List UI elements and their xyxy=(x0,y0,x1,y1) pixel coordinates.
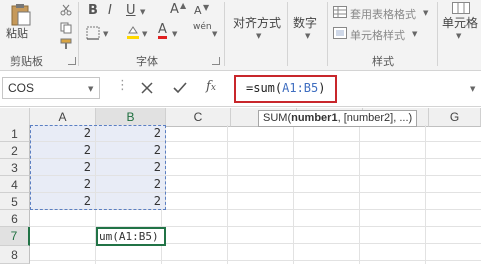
range-selection-marquee xyxy=(30,125,166,210)
font-color-button[interactable]: A xyxy=(158,23,167,39)
format-as-table-button[interactable]: 套用表格格式 xyxy=(350,6,416,22)
row-header-3[interactable]: 3 xyxy=(0,159,30,176)
format-table-dropdown-icon[interactable]: ▼ xyxy=(423,9,428,17)
enter-icon[interactable] xyxy=(173,82,187,94)
font-color-dropdown-icon[interactable]: ▼ xyxy=(172,30,177,38)
copy-icon[interactable] xyxy=(60,22,72,34)
active-cell-text: um(A1:B5) xyxy=(99,230,159,243)
bold-button[interactable]: B xyxy=(88,3,98,18)
row-header-4[interactable]: 4 xyxy=(0,176,30,193)
font-group-label: 字体 xyxy=(136,55,158,68)
cell-styles-button[interactable]: 单元格样式 xyxy=(350,27,405,43)
name-box-dropdown-icon[interactable]: ▼ xyxy=(88,85,93,93)
clipboard-group-label: 剪贴板 xyxy=(10,55,43,68)
number-dropdown-icon[interactable]: ▼ xyxy=(305,32,310,40)
formula-prefix: =sum( xyxy=(246,81,283,95)
border-dropdown-icon[interactable]: ▼ xyxy=(103,30,108,38)
function-tooltip[interactable]: SUM(number1, [number2], ...) xyxy=(258,110,418,127)
cells-dropdown-icon[interactable]: ▼ xyxy=(456,32,461,40)
formula-input[interactable]: =sum(A1:B5) xyxy=(246,81,325,95)
alignment-dropdown-icon[interactable]: ▼ xyxy=(256,32,261,40)
ribbon-divider xyxy=(78,2,79,66)
font-launcher-icon[interactable] xyxy=(212,57,220,65)
cell-style-icon xyxy=(333,27,347,39)
formula-bar: COS ▼ ⋮ fx =sum(A1:B5) ▼ xyxy=(0,71,481,107)
row-header-5[interactable]: 5 xyxy=(0,193,30,210)
clipboard-launcher-icon[interactable] xyxy=(68,57,76,65)
row-header-8[interactable]: 8 xyxy=(0,246,30,264)
tooltip-current-arg: number1 xyxy=(291,112,338,124)
increase-font-button[interactable]: A xyxy=(170,2,179,17)
styles-group-label: 样式 xyxy=(372,55,394,68)
active-cell-b7[interactable]: um(A1:B5) xyxy=(96,227,166,246)
tooltip-function-name: SUM( xyxy=(263,112,292,124)
name-box[interactable]: COS xyxy=(2,77,100,99)
formula-bar-grip-icon: ⋮ xyxy=(116,78,129,93)
paste-label: 粘贴 xyxy=(6,27,28,40)
row-header-6[interactable]: 6 xyxy=(0,210,30,227)
fill-color-icon[interactable] xyxy=(126,25,140,39)
formula-range-ref: A1:B5 xyxy=(282,81,319,95)
insert-function-icon[interactable]: fx xyxy=(206,79,216,94)
alignment-button[interactable]: 对齐方式 xyxy=(233,14,281,31)
formula-bar-expand-icon[interactable]: ▼ xyxy=(470,85,475,93)
cells-button[interactable]: 单元格 xyxy=(442,14,478,31)
ribbon-divider xyxy=(287,2,288,66)
ribbon-divider xyxy=(437,2,438,66)
formula-suffix: ) xyxy=(318,81,326,95)
cancel-icon[interactable] xyxy=(141,82,153,94)
paste-icon xyxy=(11,4,31,26)
cells-icon xyxy=(452,2,470,14)
format-table-icon xyxy=(333,6,347,18)
ribbon: 粘贴 剪贴板 B I U ▼ A ▲ A ▼ ▼ ▼ A ▼ wén ▼ 字体 … xyxy=(0,0,481,71)
cut-icon[interactable] xyxy=(60,4,72,16)
ribbon-divider xyxy=(224,2,225,66)
name-box-value: COS xyxy=(8,81,35,95)
ribbon-divider xyxy=(327,2,328,66)
fill-color-dropdown-icon[interactable]: ▼ xyxy=(142,30,147,38)
row-header-2[interactable]: 2 xyxy=(0,142,30,159)
tooltip-remaining-args: , [number2], ...) xyxy=(337,112,413,124)
italic-button[interactable]: I xyxy=(108,3,112,18)
row-header-7[interactable]: 7 xyxy=(0,227,30,246)
phonetic-dropdown-icon[interactable]: ▼ xyxy=(212,30,217,38)
underline-button[interactable]: U xyxy=(126,3,136,18)
format-painter-icon[interactable] xyxy=(60,38,72,50)
increase-font-icon: ▲ xyxy=(180,1,187,10)
decrease-font-icon: ▼ xyxy=(203,3,210,12)
border-icon[interactable] xyxy=(86,26,100,40)
paste-button[interactable]: 粘贴 xyxy=(6,2,36,40)
phonetic-button[interactable]: wén xyxy=(193,22,212,32)
row-header-1[interactable]: 1 xyxy=(0,125,30,142)
number-format-button[interactable]: 数字 xyxy=(293,14,317,31)
decrease-font-button[interactable]: A xyxy=(194,4,202,17)
underline-dropdown-icon[interactable]: ▼ xyxy=(140,8,145,16)
cell-style-dropdown-icon[interactable]: ▼ xyxy=(412,30,417,38)
